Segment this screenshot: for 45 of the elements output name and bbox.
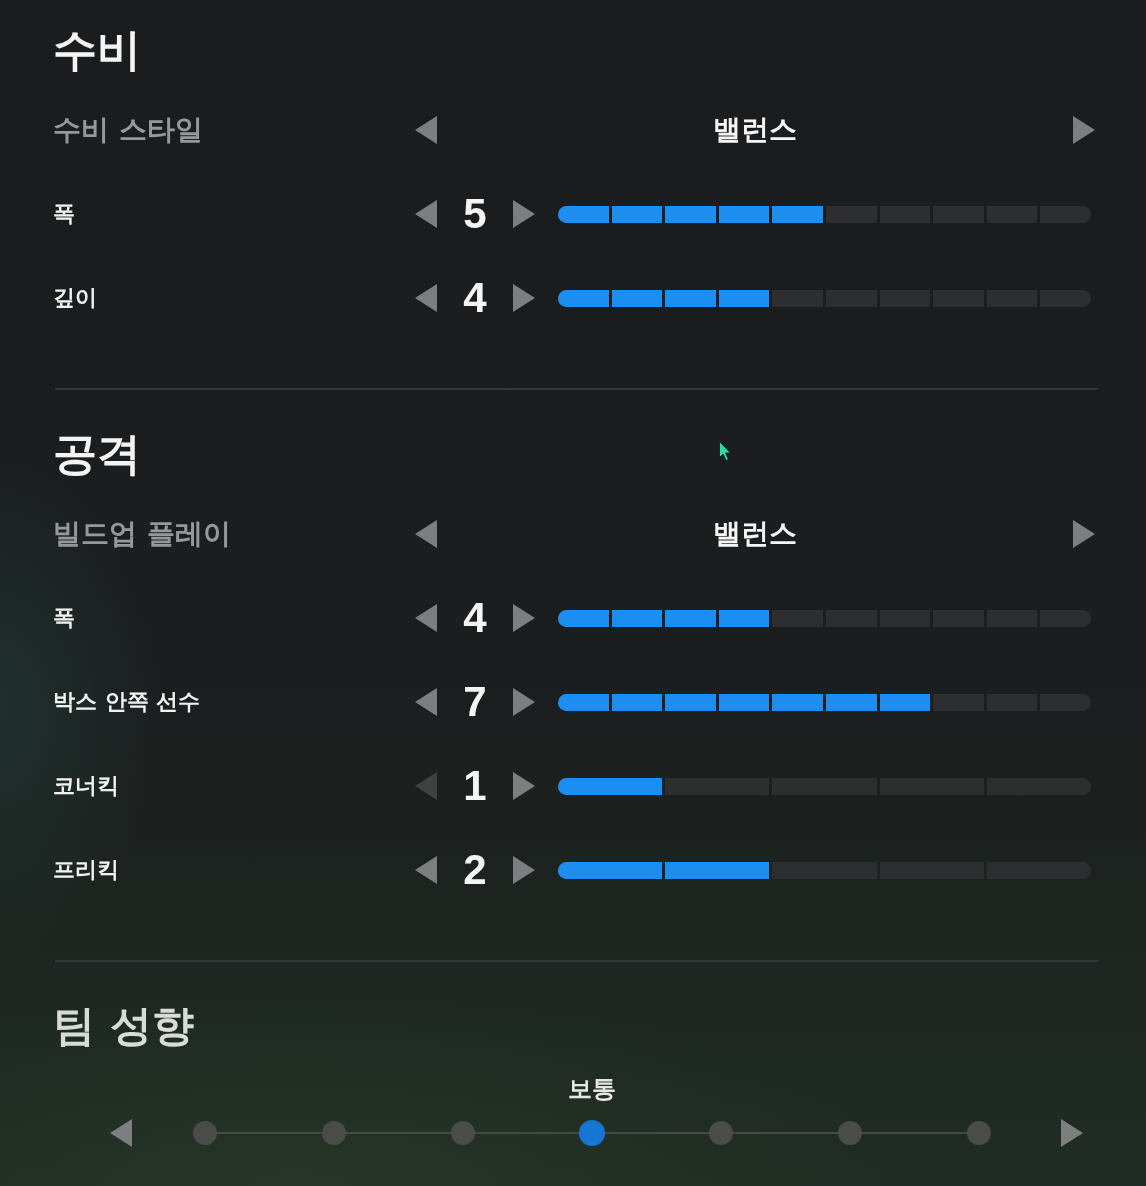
right-arrow-icon[interactable] <box>513 200 535 228</box>
step-dot[interactable] <box>709 1121 733 1145</box>
right-arrow-icon[interactable] <box>1073 116 1095 144</box>
step-dot[interactable] <box>579 1120 605 1146</box>
setting-label: 폭 <box>53 604 76 632</box>
setting-value: 4 <box>462 274 488 322</box>
left-arrow-icon[interactable] <box>415 284 437 312</box>
tendency-value-label: 보통 <box>568 1074 616 1104</box>
step-dot[interactable] <box>967 1121 991 1145</box>
left-arrow-icon[interactable] <box>415 116 437 144</box>
setting-value: 7 <box>462 678 488 726</box>
setting-value: 2 <box>462 846 488 894</box>
step-dot[interactable] <box>838 1121 862 1145</box>
setting-value: 4 <box>462 594 488 642</box>
setting-label: 프리킥 <box>53 856 120 884</box>
right-arrow-icon[interactable] <box>513 604 535 632</box>
setting-label: 코너킥 <box>53 772 120 800</box>
setting-value: 밸런스 <box>712 516 798 552</box>
cursor-icon <box>718 440 732 462</box>
right-arrow-icon[interactable] <box>513 284 535 312</box>
left-arrow-icon[interactable] <box>415 856 437 884</box>
right-arrow-icon[interactable] <box>513 856 535 884</box>
setting-label: 수비 스타일 <box>53 112 204 148</box>
setting-value: 1 <box>462 762 488 810</box>
setting-label: 박스 안쪽 선수 <box>53 688 202 716</box>
step-dot[interactable] <box>322 1121 346 1145</box>
right-arrow-icon[interactable] <box>1061 1119 1083 1147</box>
right-arrow-icon[interactable] <box>513 772 535 800</box>
step-dot[interactable] <box>193 1121 217 1145</box>
setting-value: 5 <box>462 190 488 238</box>
right-arrow-icon[interactable] <box>1073 520 1095 548</box>
setting-value: 밸런스 <box>712 112 798 148</box>
left-arrow-icon[interactable] <box>415 688 437 716</box>
section-heading: 팀 성향 <box>53 1000 194 1052</box>
section-heading: 공격 <box>53 427 141 481</box>
step-dot[interactable] <box>451 1121 475 1145</box>
left-arrow-icon[interactable] <box>110 1119 132 1147</box>
right-arrow-icon[interactable] <box>513 688 535 716</box>
left-arrow-icon[interactable] <box>415 520 437 548</box>
left-arrow-icon[interactable] <box>415 200 437 228</box>
setting-label: 빌드업 플레이 <box>53 516 232 552</box>
section-heading: 수비 <box>53 23 141 77</box>
setting-label: 폭 <box>53 200 76 228</box>
setting-label: 깊이 <box>53 284 98 312</box>
left-arrow-icon[interactable] <box>415 604 437 632</box>
